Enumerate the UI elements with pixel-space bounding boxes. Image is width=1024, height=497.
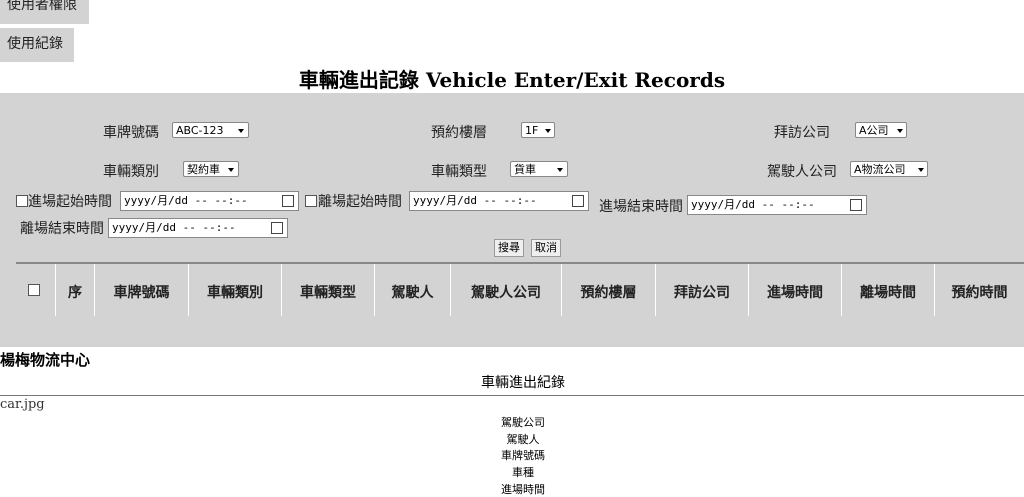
entry-start-datetime[interactable]: yyyy/月/dd -- --:--	[120, 191, 299, 211]
exit-start-datetime[interactable]: yyyy/月/dd -- --:--	[409, 191, 589, 211]
column-header-floor: 預約樓層	[580, 285, 637, 301]
exit-end-label: 離場結束時間	[20, 221, 104, 237]
column-header-booking-time: 預約時間	[951, 285, 1008, 301]
visit-company-select[interactable]: A公司	[855, 122, 907, 138]
nav-permissions-button[interactable]: 使用者權限	[0, 0, 89, 24]
type-label: 車輛類型	[431, 164, 487, 180]
driver-company-label: 駕駛人公司	[767, 164, 837, 180]
field-plate: 車牌號碼	[501, 449, 545, 462]
calendar-icon[interactable]	[850, 199, 862, 211]
column-header-index: 序	[68, 285, 82, 301]
company-name: 楊梅物流中心	[0, 351, 91, 369]
divider	[16, 262, 1024, 264]
plate-label: 車牌號碼	[103, 125, 159, 141]
calendar-icon[interactable]	[572, 195, 584, 207]
column-header-exit-time: 離場時間	[860, 285, 916, 301]
entry-start-checkbox[interactable]	[16, 195, 28, 207]
field-driver-company: 駕駛公司	[501, 416, 545, 429]
search-button[interactable]: 搜尋	[494, 239, 524, 257]
entry-end-label: 進場結束時間	[599, 199, 683, 215]
floor-label: 預約樓層	[431, 125, 487, 141]
category-label: 車輛類別	[103, 164, 159, 180]
car-image-alt: car.jpg	[0, 397, 45, 412]
column-header-driver: 駕駛人	[391, 285, 434, 301]
visit-company-label: 拜訪公司	[774, 125, 830, 141]
exit-start-label: 離場起始時間	[318, 194, 402, 210]
page-title: 車輛進出記錄 Vehicle Enter/Exit Records	[298, 68, 726, 92]
divider	[0, 395, 1024, 396]
field-vehicle-type: 車種	[512, 466, 534, 479]
column-header-category: 車輛類別	[207, 285, 263, 301]
exit-start-checkbox[interactable]	[305, 195, 317, 207]
column-header-visit-company: 拜訪公司	[674, 285, 730, 301]
nav-usage-log-button[interactable]: 使用紀錄	[0, 28, 74, 62]
exit-end-datetime[interactable]: yyyy/月/dd -- --:--	[108, 218, 288, 238]
column-header-entry-time: 進場時間	[767, 285, 823, 301]
cancel-button[interactable]: 取消	[531, 239, 561, 257]
type-select[interactable]: 貨車	[510, 161, 568, 177]
field-entry-time: 進場時間	[501, 483, 545, 496]
driver-company-select[interactable]: A物流公司	[850, 161, 928, 177]
column-header-plate: 車牌號碼	[113, 285, 170, 301]
category-select[interactable]: 契約車	[183, 161, 239, 177]
column-header-type: 車輛類型	[300, 285, 356, 301]
entry-end-datetime[interactable]: yyyy/月/dd -- --:--	[687, 195, 867, 215]
calendar-icon[interactable]	[271, 222, 283, 234]
column-header-driver-company: 駕駛人公司	[471, 285, 541, 301]
report-subtitle: 車輛進出紀錄	[481, 375, 565, 391]
calendar-icon[interactable]	[282, 195, 294, 207]
field-driver: 駕駛人	[506, 433, 540, 446]
plate-select[interactable]: ABC-123	[172, 122, 249, 138]
select-all-checkbox[interactable]	[28, 284, 40, 296]
entry-start-label: 進場起始時間	[28, 194, 112, 210]
floor-select[interactable]: 1F	[521, 122, 555, 138]
broken-image-icon: car.jpg	[0, 397, 45, 412]
